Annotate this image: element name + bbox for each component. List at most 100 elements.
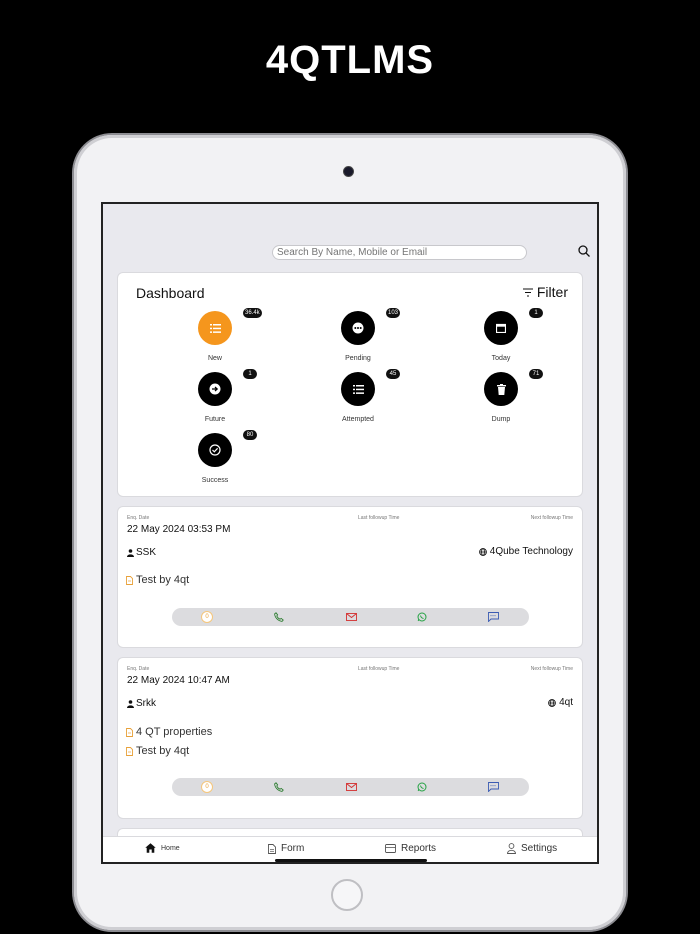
tab-label: Settings: [521, 843, 558, 854]
lead-name: SSK: [127, 547, 156, 558]
count-badge: 1: [528, 307, 544, 319]
lead-company: 4Qube Technology: [478, 546, 573, 557]
whatsapp-button[interactable]: [416, 781, 428, 793]
count-badge: 1: [242, 368, 258, 380]
call-button[interactable]: [273, 781, 285, 793]
lead-card[interactable]: Enq. Date Last followup Time Next follow…: [117, 657, 583, 819]
tile-label: New: [207, 355, 222, 362]
status-bar: [111, 207, 589, 217]
globe-icon: [548, 698, 556, 707]
tile-label: Attempted: [342, 416, 374, 423]
tab-home[interactable]: Home: [145, 843, 180, 853]
next-followup-label: Next followup Time: [530, 666, 573, 672]
tab-settings[interactable]: Settings: [507, 843, 557, 854]
person-icon: [127, 548, 134, 557]
count-value: 0: [201, 611, 213, 623]
whatsapp-icon: [417, 782, 427, 792]
tile-new[interactable]: 36.4k New: [170, 307, 263, 371]
tab-label: Form: [281, 843, 305, 854]
tile-future[interactable]: 1 Future: [170, 368, 260, 432]
tile-label: Pending: [345, 355, 371, 362]
dashboard-card: Dashboard Filter 36.4k New 103 Pending 1…: [117, 272, 583, 497]
enq-date-value: 22 May 2024 10:47 AM: [127, 675, 230, 686]
email-button[interactable]: [345, 781, 357, 793]
count-badge: 103: [385, 307, 402, 319]
message-icon: [487, 782, 499, 792]
trash-icon: 71: [484, 368, 544, 406]
user-icon: [507, 843, 516, 854]
whatsapp-icon: [417, 612, 427, 622]
search-icon[interactable]: [577, 244, 591, 258]
dashboard-title: Dashboard: [136, 285, 205, 301]
count-badge: 80: [242, 429, 258, 441]
document-icon: [268, 843, 276, 854]
reports-icon: [385, 844, 396, 853]
message-icon: [487, 612, 499, 622]
phone-icon: [274, 612, 284, 622]
mail-icon: [345, 613, 357, 621]
tile-label: Future: [204, 416, 226, 423]
sms-button[interactable]: [487, 611, 499, 623]
lead-company: 4qt: [548, 697, 573, 708]
mail-icon: [345, 783, 357, 791]
last-followup-label: Last followup Time: [358, 666, 400, 672]
lead-company-text: 4qt: [559, 697, 573, 708]
globe-icon: [478, 547, 487, 556]
tile-label: Success: [201, 477, 229, 484]
lead-note: Test by 4qt: [126, 745, 189, 757]
tab-form[interactable]: Form: [268, 843, 304, 854]
tile-attempted[interactable]: 45 Attempted: [313, 368, 403, 432]
followup-count[interactable]: 0: [201, 781, 213, 793]
tile-today[interactable]: 1 Today: [456, 307, 546, 371]
tab-label: Home: [161, 844, 180, 852]
promo-title: 4QTLMS: [265, 38, 435, 82]
list-icon: 36.4k: [198, 307, 263, 345]
lead-note-text: Test by 4qt: [136, 745, 190, 757]
tile-success[interactable]: 80 Success: [170, 429, 260, 493]
email-button[interactable]: [345, 611, 357, 623]
tile-pending[interactable]: 103 Pending: [313, 307, 403, 371]
enq-date-value: 22 May 2024 03:53 PM: [127, 524, 231, 535]
lead-note: 4 QT properties: [126, 726, 212, 738]
lead-actions-bar: 0: [172, 778, 529, 796]
whatsapp-button[interactable]: [416, 611, 428, 623]
person-icon: [127, 699, 134, 708]
app-screen: Dashboard Filter 36.4k New 103 Pending: [101, 202, 599, 864]
lead-note: Test by 4qt: [126, 574, 189, 586]
lead-name: Srkk: [127, 698, 156, 709]
check-circle-icon: 80: [198, 429, 258, 467]
lead-name-text: Srkk: [136, 698, 156, 709]
document-icon: [126, 746, 133, 756]
lead-company-text: 4Qube Technology: [489, 546, 573, 557]
tile-dump[interactable]: 71 Dump: [456, 368, 546, 432]
phone-icon: [274, 782, 284, 792]
count-badge: 71: [528, 368, 544, 380]
tile-label: Today: [491, 355, 511, 362]
home-indicator[interactable]: [275, 859, 427, 862]
enq-date-label: Enq. Date: [127, 515, 150, 521]
lead-actions-bar: 0: [172, 608, 529, 626]
sms-button[interactable]: [487, 781, 499, 793]
tab-reports[interactable]: Reports: [385, 843, 436, 854]
lead-note-text: Test by 4qt: [136, 574, 190, 586]
filter-button[interactable]: Filter: [522, 284, 568, 300]
lead-card[interactable]: Enq. Date Last followup Time Next follow…: [117, 506, 583, 648]
home-hardware-button[interactable]: [331, 879, 363, 911]
calendar-icon: 1: [484, 307, 544, 345]
count-badge: 45: [385, 368, 401, 380]
pending-dots-icon: 103: [341, 307, 402, 345]
followup-count[interactable]: 0: [201, 611, 213, 623]
search-input[interactable]: [272, 245, 527, 260]
house-icon: [145, 843, 156, 853]
next-followup-label: Next followup Time: [530, 515, 573, 521]
list-icon: 45: [341, 368, 401, 406]
document-icon: [126, 727, 133, 737]
last-followup-label: Last followup Time: [358, 515, 400, 521]
enq-date-label: Enq. Date: [127, 666, 150, 672]
lead-note-text: 4 QT properties: [136, 726, 213, 738]
count-value: 0: [201, 781, 213, 793]
count-badge: 36.4k: [242, 307, 263, 319]
filter-icon: [522, 288, 533, 296]
call-button[interactable]: [273, 611, 285, 623]
tab-label: Reports: [401, 843, 437, 854]
